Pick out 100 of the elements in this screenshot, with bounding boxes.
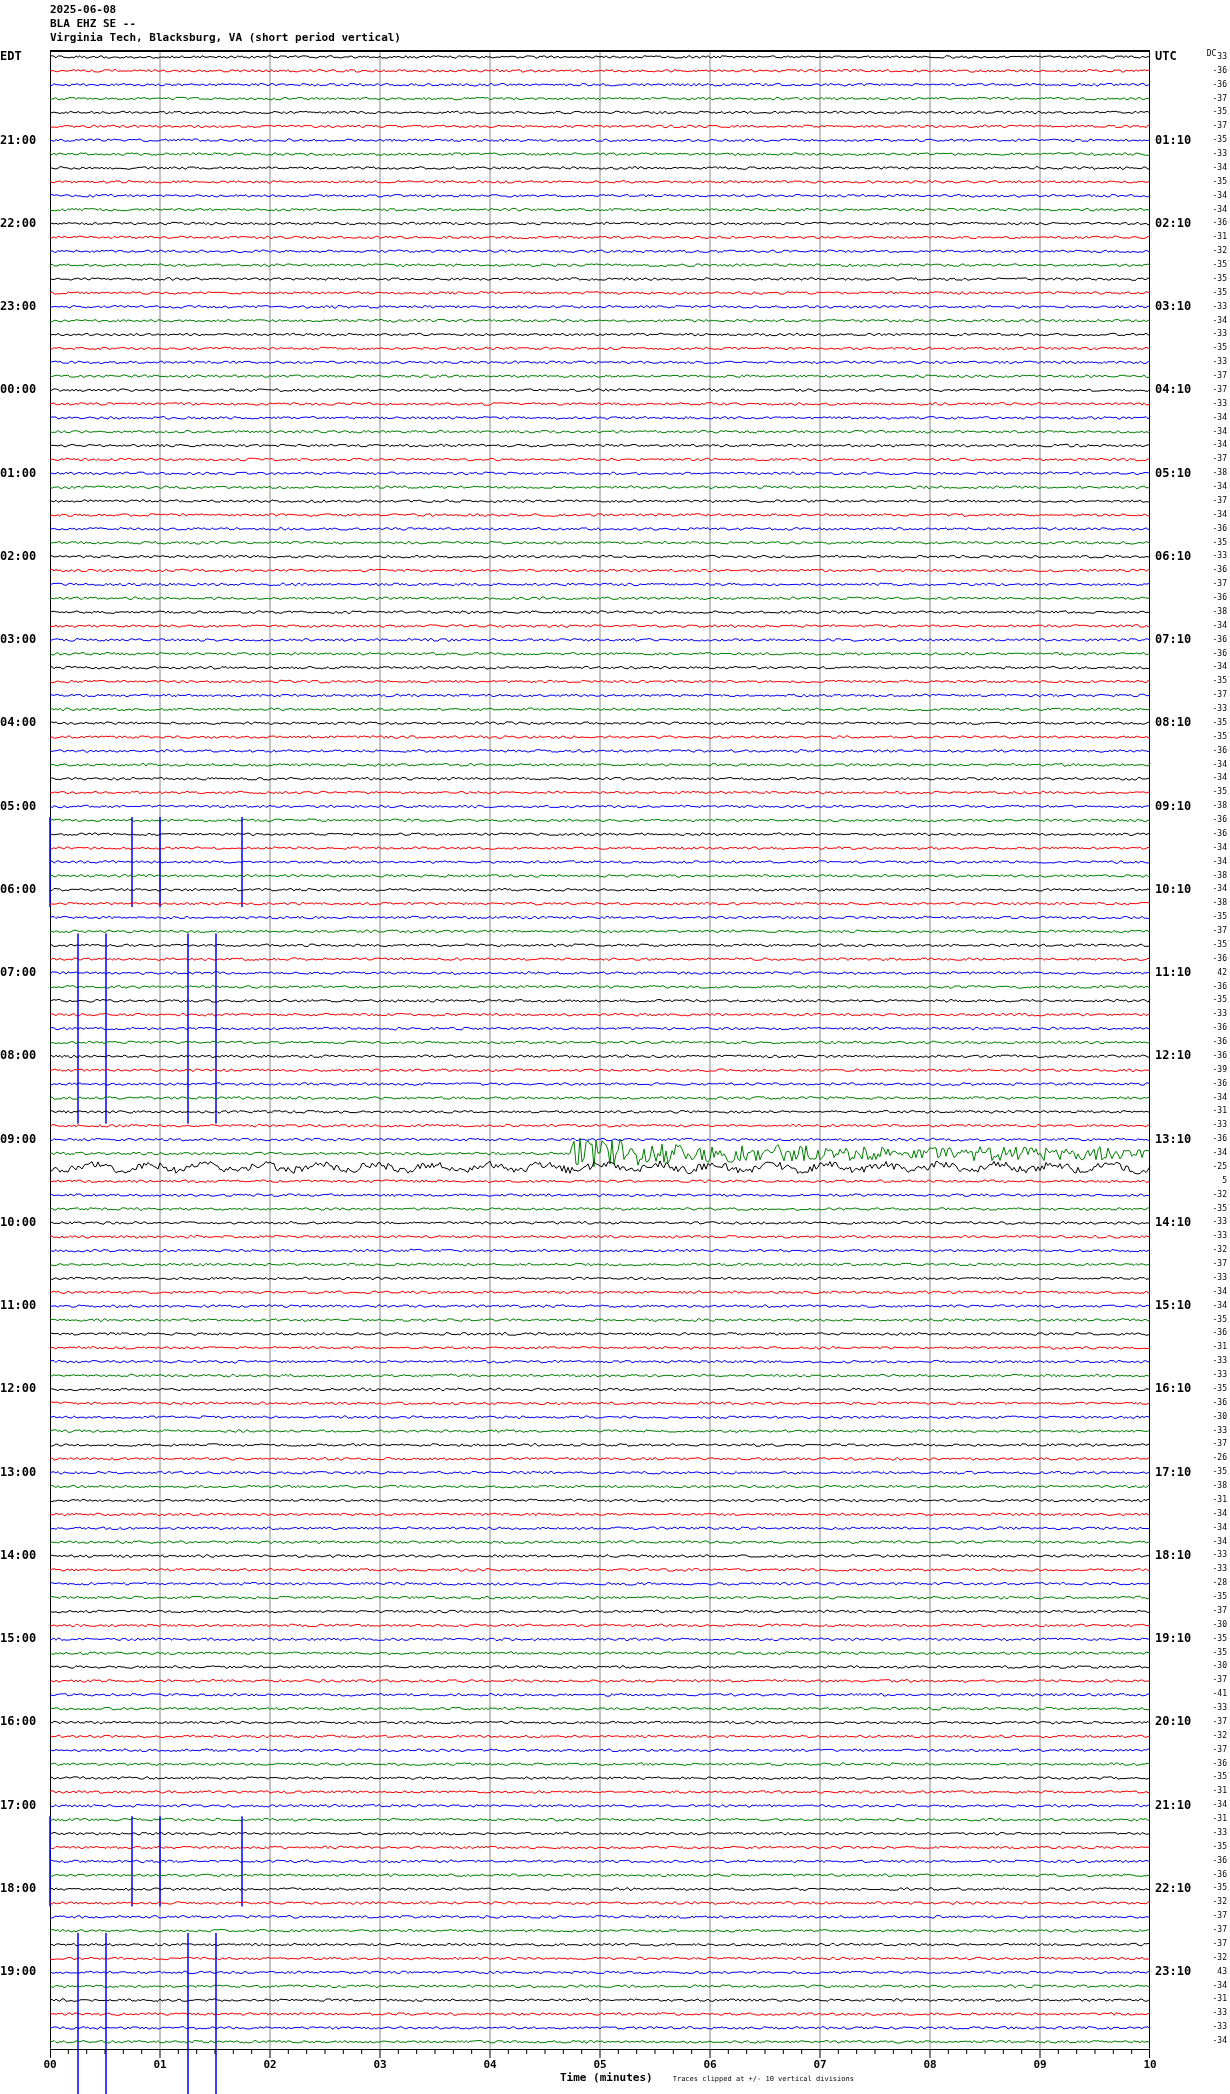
time-label: 13:00 — [0, 1465, 37, 1479]
dc-offset-value: -36 — [1212, 1397, 1227, 1408]
title-text: 2025-06-08 — [50, 3, 118, 17]
time-label: 23:00 — [0, 300, 37, 314]
dc-offset-value: -32 — [1212, 1730, 1227, 1741]
dc-offset-value: -39 — [1212, 1064, 1227, 1075]
dc-offset-value: -37 — [1212, 690, 1227, 701]
dc-offset-value: -33 — [1212, 2022, 1227, 2033]
dc-offset-value: -34 — [1212, 482, 1227, 493]
dc-offset-value: -31 — [1212, 1342, 1227, 1353]
dc-offset-value: -31 — [1212, 232, 1227, 243]
dc-offset-value: -37 — [1212, 1259, 1227, 1270]
dc-offset-value: 42 — [1217, 967, 1227, 978]
dc-offset-value: -35 — [1212, 995, 1227, 1006]
dc-offset-value: -30 — [1212, 1411, 1227, 1422]
dc-offset-value: -38 — [1212, 1481, 1227, 1492]
dc-offset-value: -34 — [1212, 1286, 1227, 1297]
time-label: 08:10 — [1155, 716, 1192, 730]
dc-offset-value: -33 — [1212, 1827, 1227, 1838]
time-label: 12:10 — [1155, 1049, 1192, 1063]
dc-offset-value: -33 — [1212, 1217, 1227, 1228]
time-label: 02:00 — [0, 549, 37, 563]
time-label: 17:10 — [1155, 1465, 1192, 1479]
dc-offset-value: -31 — [1212, 1786, 1227, 1797]
time-label: 22:10 — [1155, 1881, 1192, 1895]
dc-offset-value: -34 — [1212, 1800, 1227, 1811]
time-label: 12:00 — [0, 1382, 37, 1396]
axis-tick-label: 00 — [43, 2057, 57, 2071]
time-label: 03:00 — [0, 633, 37, 647]
time-label: 16:00 — [0, 1715, 37, 1729]
dc-offset-value: -25 — [1212, 1161, 1227, 1172]
dc-offset-value: -33 — [1212, 398, 1227, 409]
dc-offset-value: -36 — [1212, 634, 1227, 645]
dc-offset-value: -36 — [1212, 828, 1227, 839]
dc-offset-value: -37 — [1212, 1911, 1227, 1922]
dc-offset-value: -35 — [1212, 1314, 1227, 1325]
dc-offset-value: -35 — [1212, 1203, 1227, 1214]
axis-tick-label: 01 — [153, 2057, 167, 2071]
dc-offset-value: -34 — [1212, 190, 1227, 201]
dc-offset-value: -26 — [1212, 1453, 1227, 1464]
dc-offset-value: -36 — [1212, 1078, 1227, 1089]
dc-offset-value: -36 — [1212, 1050, 1227, 1061]
dc-offset-value: -37 — [1212, 926, 1227, 937]
axis-tick-label: 02 — [263, 2057, 277, 2071]
dc-offset-value: -32 — [1212, 1189, 1227, 1200]
dc-offset-value: -30 — [1212, 1661, 1227, 1672]
dc-offset-value: -33 — [1212, 704, 1227, 715]
dc-offset-value: -34 — [1212, 856, 1227, 867]
dc-offset-value: -36 — [1212, 523, 1227, 534]
dc-offset-value: -33 — [1212, 1356, 1227, 1367]
dc-offset-value: -32 — [1212, 1245, 1227, 1256]
time-label: 07:10 — [1155, 633, 1192, 647]
dc-offset-value: -28 — [1212, 1578, 1227, 1589]
dc-offset-value: -35 — [1212, 260, 1227, 271]
time-label: 19:00 — [0, 1965, 37, 1979]
time-label: 15:00 — [0, 1632, 37, 1646]
dc-offset-value: -35 — [1212, 537, 1227, 548]
title-text: Virginia Tech, Blacksburg, VA (short period vertical) — [50, 31, 402, 45]
dc-offset-value: -36 — [1212, 745, 1227, 756]
dc-offset-value: -36 — [1212, 981, 1227, 992]
dc-offset-value: -34 — [1212, 884, 1227, 895]
dc-offset-value: -36 — [1212, 565, 1227, 576]
dc-offset-value: -33 — [1212, 1272, 1227, 1283]
dc-offset-value: -31 — [1212, 1994, 1227, 2005]
time-label: 19:10 — [1155, 1632, 1192, 1646]
dc-offset-value: -34 — [1212, 773, 1227, 784]
axis-tick-label: 10 — [1143, 2057, 1157, 2071]
time-label: 08:00 — [0, 1049, 37, 1063]
axis-title: Time (minutes) — [560, 2070, 653, 2084]
time-label: 20:10 — [1155, 1715, 1192, 1729]
dc-offset-value: -34 — [1212, 1300, 1227, 1311]
dc-offset-value: -34 — [1212, 162, 1227, 173]
dc-offset-value: -37 — [1212, 1925, 1227, 1936]
dc-offset-value: -35 — [1212, 1647, 1227, 1658]
dc-offset-value: -36 — [1212, 218, 1227, 229]
dc-offset-value: -34 — [1212, 315, 1227, 326]
dc-offset-value: -35 — [1212, 176, 1227, 187]
dc-offset-value: -36 — [1212, 953, 1227, 964]
dc-offset-value: -35 — [1212, 1883, 1227, 1894]
dc-offset-value: -36 — [1212, 593, 1227, 604]
dc-offset-value: -35 — [1212, 717, 1227, 728]
time-label: 21:00 — [0, 133, 37, 147]
dc-offset-value: -37 — [1212, 1938, 1227, 1949]
dc-offset-value: -37 — [1212, 121, 1227, 132]
dc-offset-value: -35 — [1212, 1383, 1227, 1394]
time-label: 03:10 — [1155, 300, 1192, 314]
time-label: 05:00 — [0, 799, 37, 813]
dc-offset-value: -35 — [1212, 939, 1227, 950]
dc-offset-value: -34 — [1212, 1536, 1227, 1547]
time-label: 23:10 — [1155, 1965, 1192, 1979]
time-label: 11:10 — [1155, 966, 1192, 980]
dc-offset-value: -38 — [1212, 870, 1227, 881]
time-label: 18:10 — [1155, 1548, 1192, 1562]
dc-offset-value: -36 — [1212, 648, 1227, 659]
time-label: 10:00 — [0, 1215, 37, 1229]
dc-offset-value: -38 — [1212, 801, 1227, 812]
time-label: 06:10 — [1155, 549, 1192, 563]
dc-offset-value: -35 — [1212, 912, 1227, 923]
dc-offset-value: -34 — [1212, 759, 1227, 770]
dc-offset-value: -34 — [1212, 662, 1227, 673]
